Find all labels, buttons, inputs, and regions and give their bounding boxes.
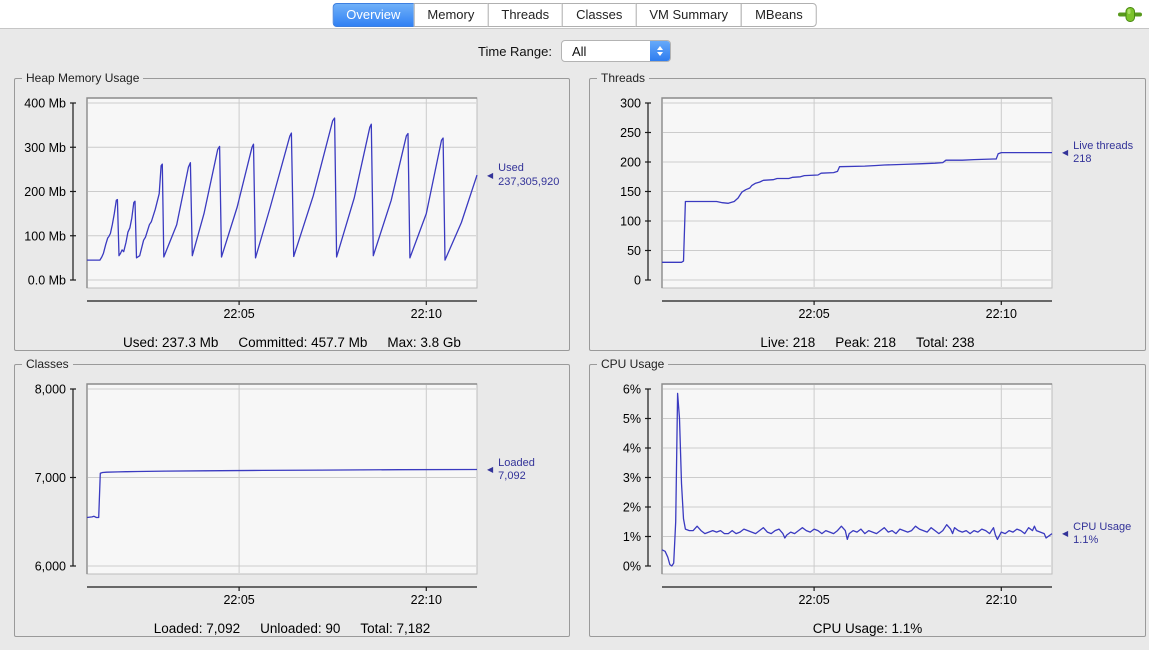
legend-label: Live threads (1073, 140, 1133, 154)
svg-text:0: 0 (634, 274, 641, 288)
chart-grid: Heap Memory Usage 400 Mb300 Mb200 Mb100 … (14, 78, 1146, 637)
svg-text:22:05: 22:05 (223, 307, 254, 321)
heap-summary: Used: 237.3 Mb Committed: 457.7 Mb Max: 3.… (15, 335, 569, 350)
legend-arrow-icon: ◀ (1062, 529, 1068, 539)
cpu-summary: CPU Usage: 1.1% (590, 621, 1145, 636)
svg-text:2%: 2% (623, 501, 641, 515)
svg-text:300: 300 (620, 97, 641, 111)
legend-label: Used (498, 162, 559, 176)
svg-text:150: 150 (620, 185, 641, 199)
summary-cpu: CPU Usage: 1.1% (813, 621, 923, 636)
svg-text:22:10: 22:10 (986, 307, 1017, 321)
connection-status-icon (1118, 7, 1142, 27)
legend-value: 7,092 (498, 470, 535, 484)
svg-text:0.0 Mb: 0.0 Mb (28, 274, 66, 288)
heap-memory-panel: Heap Memory Usage 400 Mb300 Mb200 Mb100 … (14, 78, 570, 351)
summary-peak: Peak: 218 (835, 335, 896, 350)
summary-total: Total: 238 (916, 335, 975, 350)
panel-title-heap: Heap Memory Usage (22, 71, 143, 85)
threads-chart: 300 250 200 150 100 50 0 22:05 22:10 (590, 90, 1060, 332)
svg-text:7,000: 7,000 (35, 471, 66, 485)
tab-threads[interactable]: Threads (487, 3, 563, 27)
heap-legend-area: ◀ Used 237,305,920 (485, 90, 569, 332)
threads-summary: Live: 218 Peak: 218 Total: 238 (590, 335, 1145, 350)
classes-chart: 8,000 7,000 6,000 22:05 22:10 (15, 376, 485, 618)
tab-mbeans[interactable]: MBeans (741, 3, 817, 27)
svg-text:200: 200 (620, 156, 641, 170)
tab-group: Overview Memory Threads Classes VM Summa… (332, 3, 817, 27)
summary-live: Live: 218 (760, 335, 815, 350)
legend-arrow-icon: ◀ (1062, 148, 1068, 158)
dropdown-stepper-icon (650, 41, 670, 61)
svg-text:22:05: 22:05 (223, 593, 254, 607)
summary-used: Used: 237.3 Mb (123, 335, 218, 350)
svg-text:0%: 0% (623, 560, 641, 574)
time-range-select[interactable]: All (561, 40, 671, 62)
cpu-legend-area: ◀ CPU Usage 1.1% (1060, 376, 1145, 618)
panel-title-threads: Threads (597, 71, 649, 85)
svg-text:22:10: 22:10 (411, 307, 442, 321)
legend-label: CPU Usage (1073, 521, 1131, 535)
cpu-usage-panel: CPU Usage 6% 5% 4% 3% 2% 1% 0% 22:05 22:10 ◀ CPU… (589, 364, 1146, 637)
legend-arrow-icon: ◀ (487, 171, 493, 181)
cpu-usage-chart: 6% 5% 4% 3% 2% 1% 0% 22:05 22:10 (590, 376, 1060, 618)
svg-text:400 Mb: 400 Mb (24, 97, 66, 111)
threads-panel: Threads 30025020015010050022:0522:10 ◀ L… (589, 78, 1146, 351)
svg-text:22:10: 22:10 (986, 593, 1017, 607)
legend-value: 218 (1073, 153, 1133, 167)
summary-max: Max: 3.8 Gb (387, 335, 461, 350)
classes-panel: Classes 8,0007,0006,00022:0522:10 ◀ Load… (14, 364, 570, 637)
time-range-row: Time Range: All (0, 29, 1149, 73)
svg-text:1%: 1% (623, 530, 641, 544)
time-range-label: Time Range: (478, 44, 552, 59)
svg-text:6%: 6% (623, 383, 641, 397)
panel-title-cpu: CPU Usage (597, 357, 668, 371)
svg-text:100 Mb: 100 Mb (24, 229, 66, 243)
svg-text:250: 250 (620, 126, 641, 140)
svg-text:300 Mb: 300 Mb (24, 141, 66, 155)
svg-text:8,000: 8,000 (35, 383, 66, 397)
heap-memory-chart: 400 Mb 300 Mb 200 Mb 100 Mb 0.0 Mb 22:05 22:10 (15, 90, 485, 332)
svg-text:6,000: 6,000 (35, 560, 66, 574)
svg-text:4%: 4% (623, 442, 641, 456)
summary-committed: Committed: 457.7 Mb (238, 335, 367, 350)
svg-text:22:05: 22:05 (798, 593, 829, 607)
tab-bar: Overview Memory Threads Classes VM Summa… (0, 0, 1149, 29)
svg-text:50: 50 (627, 244, 641, 258)
threads-legend-area: ◀ Live threads 218 (1060, 90, 1145, 332)
svg-text:22:10: 22:10 (411, 593, 442, 607)
summary-total: Total: 7,182 (360, 621, 430, 636)
legend-arrow-icon: ◀ (487, 465, 493, 475)
tab-overview[interactable]: Overview (332, 3, 414, 27)
svg-text:3%: 3% (623, 471, 641, 485)
legend-value: 1.1% (1073, 534, 1131, 548)
summary-unloaded: Unloaded: 90 (260, 621, 340, 636)
tab-vm-summary[interactable]: VM Summary (635, 3, 742, 27)
tab-classes[interactable]: Classes (562, 3, 636, 27)
tab-memory[interactable]: Memory (413, 3, 488, 27)
summary-loaded: Loaded: 7,092 (154, 621, 240, 636)
svg-text:100: 100 (620, 215, 641, 229)
time-range-value: All (562, 41, 650, 61)
panel-title-classes: Classes (22, 357, 73, 371)
svg-text:5%: 5% (623, 412, 641, 426)
legend-value: 237,305,920 (498, 176, 559, 190)
classes-legend-area: ◀ Loaded 7,092 (485, 376, 569, 618)
svg-text:200 Mb: 200 Mb (24, 185, 66, 199)
svg-text:22:05: 22:05 (798, 307, 829, 321)
classes-summary: Loaded: 7,092 Unloaded: 90 Total: 7,182 (15, 621, 569, 636)
legend-label: Loaded (498, 457, 535, 471)
